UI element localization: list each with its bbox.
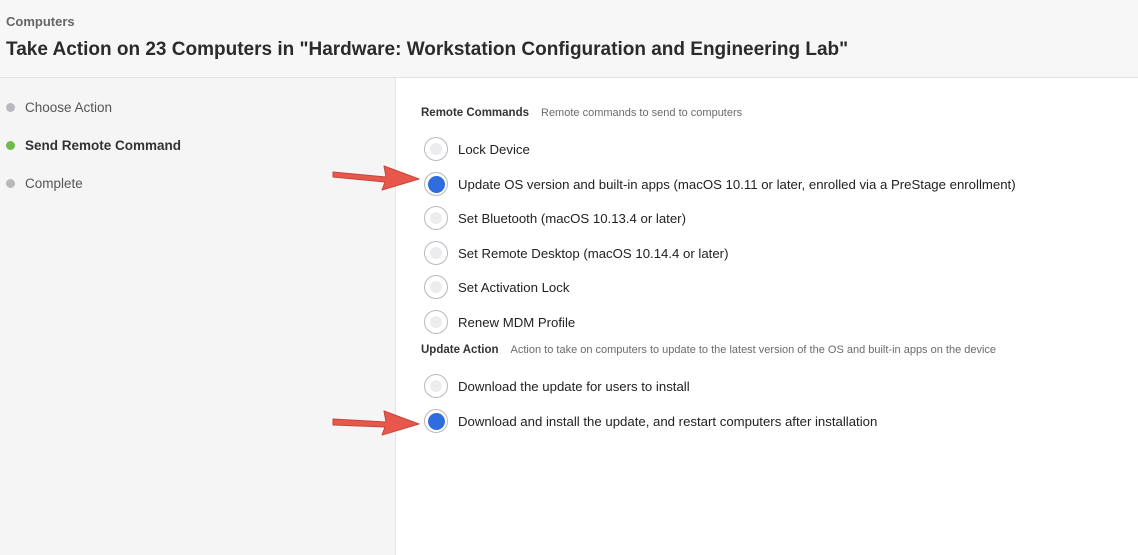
- radio-label: Download the update for users to install: [458, 378, 690, 394]
- step-label: Send Remote Command: [25, 137, 182, 153]
- radio-renew-mdm-profile[interactable]: Renew MDM Profile: [424, 309, 575, 335]
- remote-commands-header: Remote Commands Remote commands to send …: [421, 107, 742, 123]
- radio-update-os[interactable]: Update OS version and built-in apps (mac…: [424, 171, 1016, 197]
- radio-button[interactable]: [424, 241, 448, 265]
- radio-button[interactable]: [424, 275, 448, 299]
- section-label: Remote Commands: [421, 107, 529, 119]
- radio-button[interactable]: [424, 137, 448, 161]
- section-description: Action to take on computers to update to…: [510, 344, 997, 356]
- breadcrumb[interactable]: Computers: [6, 14, 75, 29]
- update-action-header: Update Action Action to take on computer…: [421, 344, 996, 360]
- main-panel: Remote Commands Remote commands to send …: [397, 78, 1138, 555]
- radio-label: Lock Device: [458, 141, 530, 157]
- radio-label: Renew MDM Profile: [458, 314, 576, 330]
- radio-set-bluetooth[interactable]: Set Bluetooth (macOS 10.13.4 or later): [424, 205, 686, 231]
- step-label: Complete: [25, 175, 83, 191]
- section-label: Update Action: [421, 344, 499, 356]
- step-status-dot: [6, 178, 15, 188]
- step-send-remote-command[interactable]: Send Remote Command: [6, 136, 181, 154]
- radio-download-install-restart[interactable]: Download and install the update, and res…: [424, 408, 877, 434]
- radio-label: Set Bluetooth (macOS 10.13.4 or later): [458, 210, 686, 226]
- section-description: Remote commands to send to computers: [541, 107, 743, 119]
- step-label: Choose Action: [25, 99, 113, 115]
- radio-lock-device[interactable]: Lock Device: [424, 136, 530, 162]
- radio-button[interactable]: [424, 172, 448, 196]
- radio-button[interactable]: [424, 206, 448, 230]
- radio-label: Set Activation Lock: [458, 279, 570, 295]
- radio-label: Update OS version and built-in apps (mac…: [458, 176, 1016, 192]
- step-choose-action[interactable]: Choose Action: [6, 98, 112, 116]
- radio-button[interactable]: [424, 374, 448, 398]
- radio-set-remote-desktop[interactable]: Set Remote Desktop (macOS 10.14.4 or lat…: [424, 240, 728, 266]
- page-title: Take Action on 23 Computers in "Hardware…: [6, 39, 849, 60]
- annotation-arrow-icon: [332, 165, 420, 191]
- radio-label: Download and install the update, and res…: [458, 413, 878, 429]
- steps-sidebar: Choose Action Send Remote Command Comple…: [0, 78, 396, 555]
- radio-button[interactable]: [424, 310, 448, 334]
- radio-set-activation-lock[interactable]: Set Activation Lock: [424, 274, 569, 300]
- step-status-dot: [6, 102, 15, 112]
- radio-button[interactable]: [424, 409, 448, 433]
- annotation-arrow-icon: [332, 410, 420, 436]
- radio-download-for-users[interactable]: Download the update for users to install: [424, 373, 690, 399]
- step-status-dot: [6, 140, 15, 150]
- page-header: Computers Take Action on 23 Computers in…: [0, 0, 1138, 78]
- step-complete[interactable]: Complete: [6, 174, 83, 192]
- radio-label: Set Remote Desktop (macOS 10.14.4 or lat…: [458, 245, 729, 261]
